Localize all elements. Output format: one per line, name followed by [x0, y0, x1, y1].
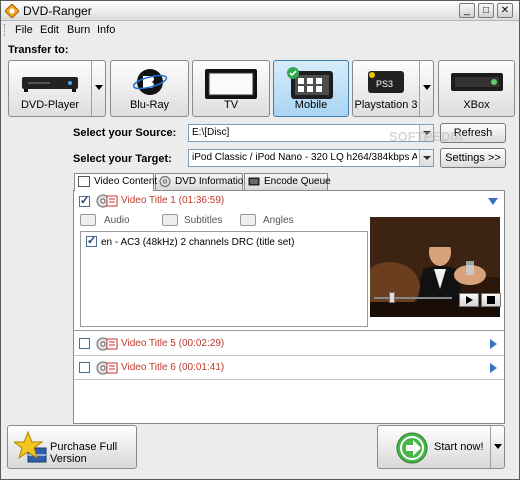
title-6-label[interactable]: Video Title 6 (00:01:41) — [121, 362, 224, 373]
start-arrow-icon — [396, 432, 428, 464]
device-mobile-button[interactable]: Mobile — [273, 60, 349, 117]
stop-icon — [487, 296, 495, 304]
device-label: Blu-Ray — [129, 99, 170, 111]
mobile-icon — [287, 67, 333, 99]
title-row: Video Title 5 (00:02:29) — [74, 332, 504, 356]
play-button[interactable] — [459, 293, 479, 307]
tab-label: Video Content — [94, 176, 158, 187]
title-1-checkbox[interactable] — [79, 194, 90, 207]
playback-slider-thumb[interactable] — [389, 292, 395, 303]
title-bar: DVD-Ranger _ □ ✕ — [1, 1, 519, 21]
window-title: DVD-Ranger — [23, 4, 92, 18]
target-select[interactable]: iPod Classic / iPod Nano - 320 LQ h264/3… — [188, 149, 434, 167]
title-6-checkbox[interactable] — [79, 362, 90, 373]
settings-button[interactable]: Settings >> — [440, 148, 506, 168]
device-label: DVD-Player — [20, 99, 80, 111]
menu-burn[interactable]: Burn — [67, 24, 90, 36]
start-button[interactable]: Start now! — [377, 425, 505, 469]
subtab-angles[interactable]: Angles — [263, 215, 294, 226]
tab-label: DVD Information — [175, 176, 249, 187]
svg-text:PS3: PS3 — [376, 79, 393, 89]
title-5-label[interactable]: Video Title 5 (00:02:29) — [121, 338, 224, 349]
tab-label: Encode Queue — [264, 176, 331, 187]
close-button[interactable]: ✕ — [497, 3, 513, 18]
maximize-icon: □ — [482, 5, 490, 16]
title-5-checkbox[interactable] — [79, 338, 90, 349]
dvd-info-icon — [159, 176, 171, 187]
stop-button[interactable] — [481, 293, 501, 307]
collapse-arrow-icon[interactable] — [488, 198, 498, 206]
xbox-icon — [450, 73, 503, 91]
subtab-subtitles[interactable]: Subtitles — [184, 215, 222, 226]
tab-video-content[interactable]: Video Content — [74, 173, 158, 191]
tv-icon — [205, 69, 257, 99]
audio-track-list: en - AC3 (48kHz) 2 channels DRC (title s… — [80, 231, 368, 327]
dvd-title-icon — [96, 361, 118, 375]
start-label: Start now! — [434, 441, 484, 453]
title-row: Video Title 6 (00:01:41) — [74, 356, 504, 380]
video-content-panel: Video Title 1 (01:36:59) Audio Subtitles… — [73, 190, 505, 424]
close-icon: ✕ — [500, 5, 510, 16]
app-logo-icon — [5, 4, 19, 18]
minimize-button[interactable]: _ — [459, 3, 475, 18]
device-label: TV — [223, 99, 239, 111]
target-value: iPod Classic / iPod Nano - 320 LQ h264/3… — [192, 152, 417, 163]
expand-arrow-icon[interactable] — [490, 339, 498, 349]
play-icon — [466, 296, 473, 304]
tab-dvd-information[interactable]: DVD Information — [155, 173, 249, 190]
device-label: Mobile — [294, 99, 328, 111]
audio-track-checkbox[interactable] — [86, 234, 97, 247]
menu-bar: File Edit Burn Info — [1, 22, 519, 38]
audio-icon — [80, 214, 96, 226]
playstation-icon: PS3 — [368, 71, 404, 93]
video-content-icon — [78, 176, 90, 187]
dvd-player-icon — [22, 77, 78, 92]
menu-edit[interactable]: Edit — [40, 24, 59, 36]
device-label: Playstation 3 — [354, 99, 418, 111]
chevron-down-icon — [423, 85, 431, 90]
main-window: DVD-Ranger _ □ ✕ File Edit Burn Info Tra… — [0, 0, 520, 480]
refresh-button[interactable]: Refresh — [440, 123, 506, 143]
purchase-button[interactable]: Purchase Full Version — [7, 425, 137, 469]
chevron-down-icon[interactable] — [419, 125, 433, 141]
minimize-icon: _ — [464, 5, 470, 16]
source-label: Select your Source: — [73, 127, 177, 139]
maximize-button[interactable]: □ — [478, 3, 494, 18]
source-value: E:\[Disc] — [192, 127, 230, 138]
device-dvd-player-button[interactable]: DVD-Player — [8, 60, 106, 117]
dvd-player-dropdown[interactable] — [91, 61, 105, 116]
audio-track-label: en - AC3 (48kHz) 2 channels DRC (title s… — [101, 237, 295, 248]
chevron-down-icon — [95, 85, 103, 90]
start-dropdown[interactable] — [490, 426, 504, 468]
menu-info[interactable]: Info — [97, 24, 115, 36]
device-playstation-button[interactable]: PS3 Playstation 3 — [352, 60, 434, 117]
dvd-title-icon — [96, 337, 118, 351]
playstation-dropdown[interactable] — [419, 61, 433, 116]
encode-queue-icon — [248, 177, 260, 186]
device-blu-ray-button[interactable]: Blu-Ray — [110, 60, 189, 117]
device-tv-button[interactable]: TV — [192, 60, 270, 117]
device-xbox-button[interactable]: XBox — [438, 60, 515, 117]
subtitles-icon — [162, 214, 178, 226]
purchase-label: Purchase Full Version — [50, 441, 118, 465]
playback-slider[interactable] — [374, 297, 452, 299]
title-row-expanded: Video Title 1 (01:36:59) Audio Subtitles… — [74, 191, 504, 331]
dvd-title-icon — [96, 194, 118, 208]
angles-icon — [240, 214, 256, 226]
menu-file[interactable]: File — [15, 24, 33, 36]
star-box-icon — [14, 430, 47, 463]
tab-encode-queue[interactable]: Encode Queue — [244, 173, 331, 190]
source-select[interactable]: E:\[Disc] — [188, 124, 434, 142]
device-label: XBox — [463, 99, 490, 111]
menu-grip — [4, 24, 7, 36]
target-label: Select your Target: — [73, 153, 172, 165]
chevron-down-icon[interactable] — [419, 150, 433, 166]
subtab-audio[interactable]: Audio — [104, 215, 130, 226]
title-1-label[interactable]: Video Title 1 (01:36:59) — [121, 195, 224, 206]
expand-arrow-icon[interactable] — [490, 363, 498, 373]
blu-ray-icon — [132, 69, 167, 95]
chevron-down-icon — [494, 444, 502, 449]
transfer-label: Transfer to: — [8, 44, 69, 56]
